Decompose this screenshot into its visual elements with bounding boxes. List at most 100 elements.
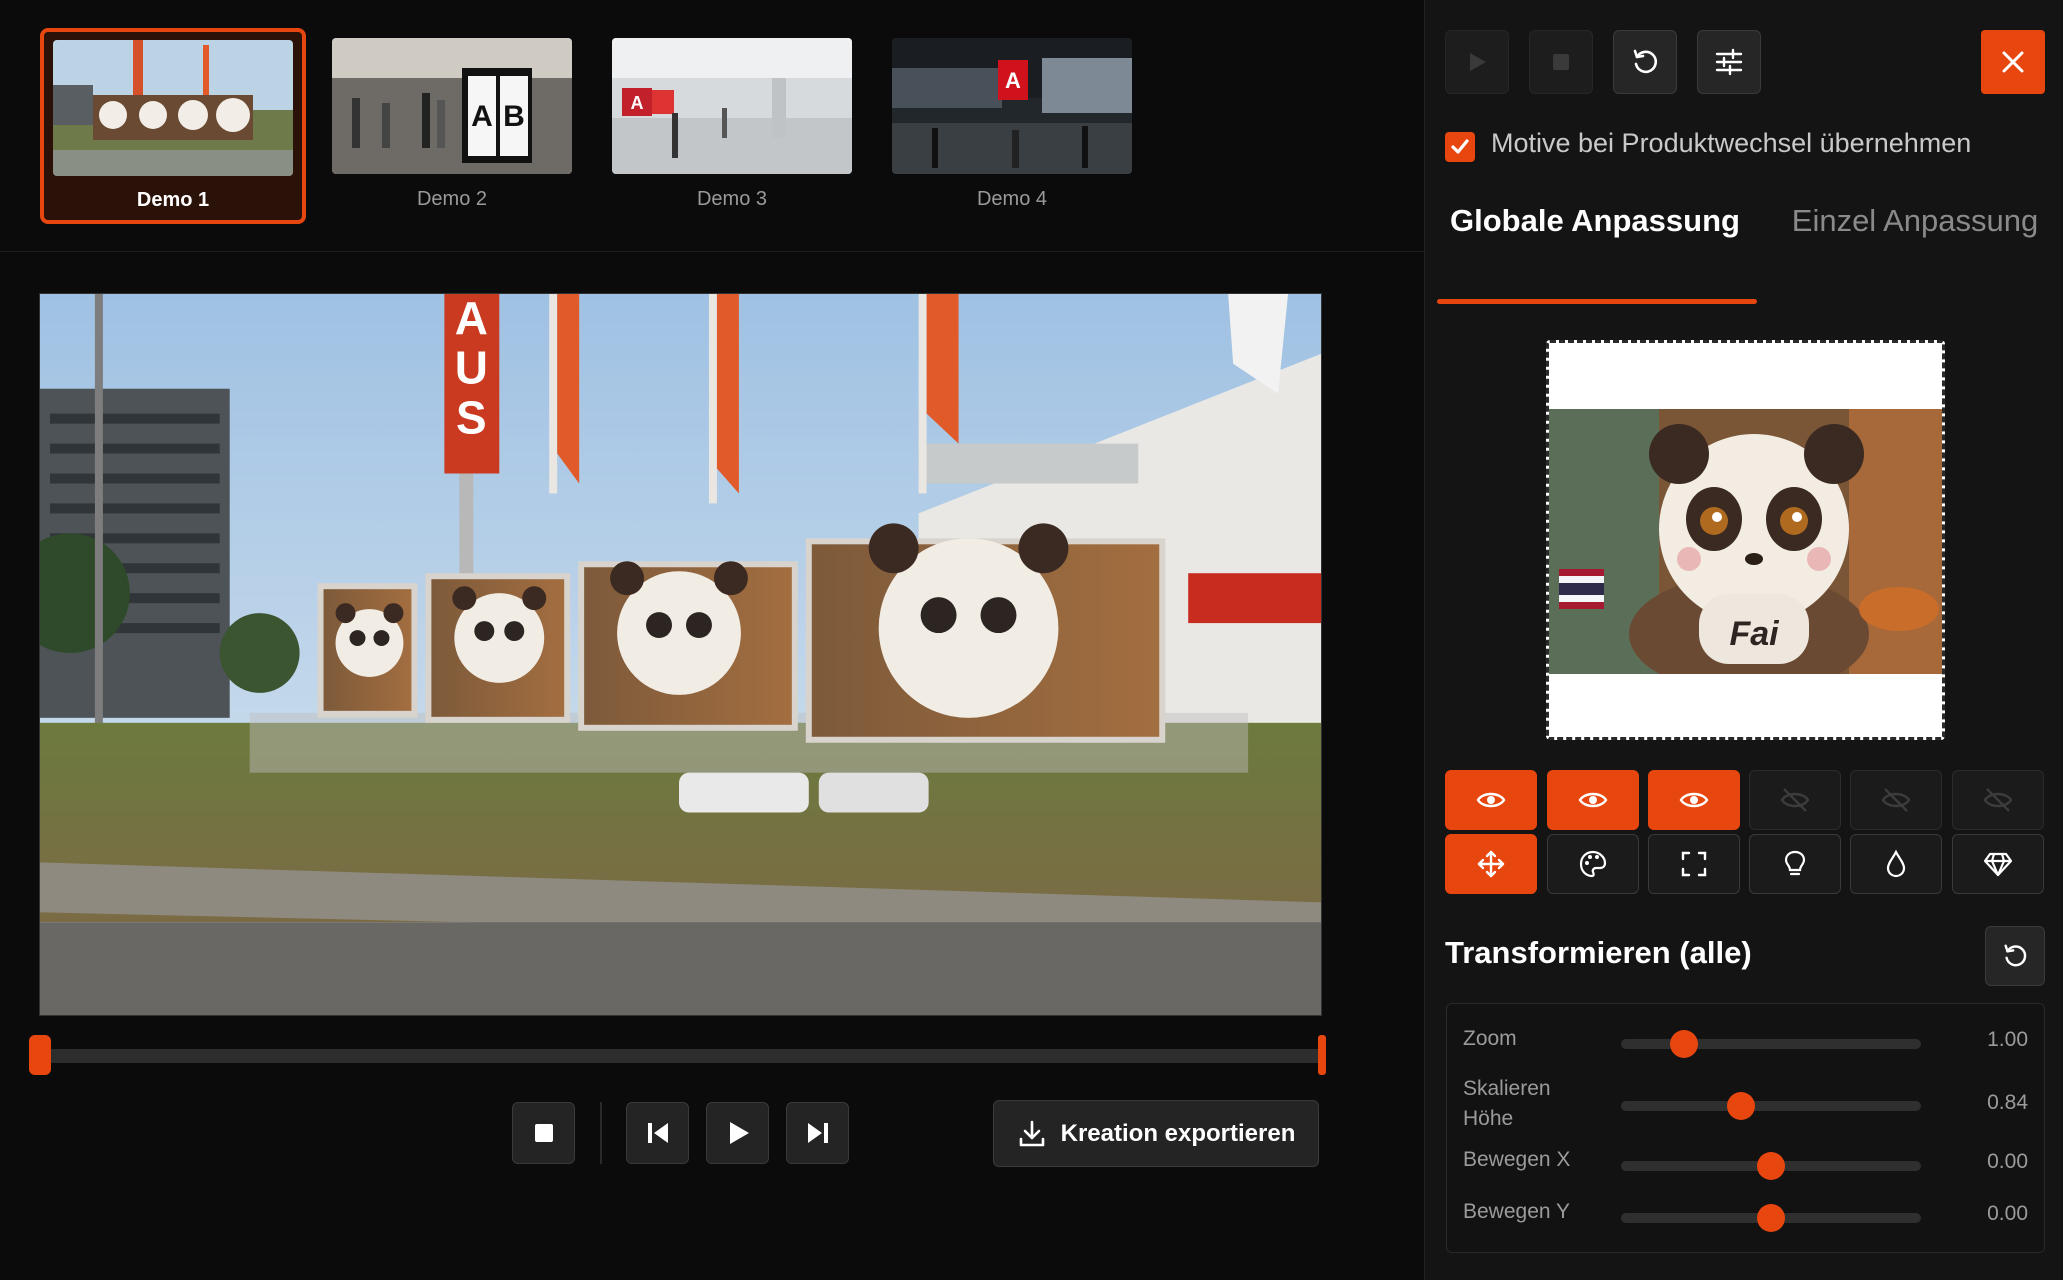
- checkmark-icon: [1451, 139, 1469, 154]
- thumbnail-label: Demo 2: [416, 188, 488, 210]
- stop-button[interactable]: [512, 1102, 575, 1164]
- slider-value-move-y: 0.00: [1987, 1202, 2028, 1225]
- thumbnail-image: [53, 40, 293, 176]
- visibility-toggle-3[interactable]: [1648, 770, 1740, 830]
- play-button[interactable]: [706, 1102, 769, 1164]
- tab-single-adjustment[interactable]: Einzel Anpassung: [1755, 200, 2063, 242]
- tool-transform[interactable]: [1445, 834, 1537, 894]
- thumbnail-demo-2[interactable]: A B Demo 2: [319, 28, 585, 224]
- adjustment-panel: Motive bei Produktwechsel übernehmen Glo…: [1424, 0, 2063, 1280]
- timeline-end-handle[interactable]: [1318, 1035, 1326, 1075]
- skip-forward-button[interactable]: [786, 1102, 849, 1164]
- thumbnail-demo-3[interactable]: A Demo 3: [599, 28, 865, 224]
- slider-thumb-zoom[interactable]: [1670, 1030, 1698, 1058]
- thumbnail-label: Demo 1: [136, 189, 210, 211]
- active-tab-indicator: [1437, 299, 1757, 304]
- svg-text:Fai: Fai: [1729, 615, 1780, 653]
- scene-preview[interactable]: A U S: [39, 293, 1322, 1016]
- tool-brightness[interactable]: [1749, 834, 1841, 894]
- slider-track-zoom[interactable]: [1621, 1039, 1921, 1049]
- controls-divider: [600, 1102, 602, 1164]
- stop-icon: [534, 1124, 553, 1142]
- close-icon: [2002, 51, 2024, 73]
- sync-motifs-label: Motive bei Produktwechsel übernehmen: [1491, 128, 1972, 158]
- slider-label-move-y: Bewegen Y: [1463, 1200, 1571, 1223]
- visibility-toggle-1[interactable]: [1445, 770, 1537, 830]
- tab-global-adjustment[interactable]: Globale Anpassung: [1435, 200, 1755, 242]
- tool-saturation[interactable]: [1850, 834, 1942, 894]
- slider-value-zoom: 1.00: [1987, 1028, 2028, 1051]
- lightbulb-icon: [1784, 850, 1806, 876]
- thumbnail-demo-1[interactable]: Demo 1: [40, 28, 306, 224]
- skip-back-icon: [647, 1123, 668, 1143]
- slider-thumb-scale-height[interactable]: [1727, 1092, 1755, 1120]
- reset-icon: [2004, 944, 2027, 967]
- motif-image: Fai: [1549, 409, 1942, 674]
- app-window: Demo 1 A B Demo 2 A Demo 3 A Demo 4 A U …: [0, 0, 2063, 1280]
- eye-icon: [1578, 792, 1608, 808]
- eye-icon: [1476, 792, 1506, 808]
- slider-value-scale-height: 0.84: [1987, 1091, 2028, 1114]
- svg-text:A: A: [631, 93, 644, 113]
- thumbnail-image: A B: [332, 38, 572, 174]
- download-icon: [1019, 1120, 1044, 1146]
- eye-icon: [1679, 792, 1709, 808]
- sliders-icon: [1715, 48, 1743, 76]
- svg-text:A: A: [1005, 68, 1021, 93]
- transform-reset-button[interactable]: [1985, 926, 2045, 986]
- slider-label-zoom: Zoom: [1463, 1027, 1517, 1050]
- export-label: Kreation exportieren: [1060, 1119, 1296, 1147]
- thumbnail-image: A: [892, 38, 1132, 174]
- play-icon: [729, 1122, 749, 1144]
- slider-label-move-x: Bewegen X: [1463, 1148, 1571, 1171]
- thumbnail-demo-4[interactable]: A Demo 4: [879, 28, 1145, 224]
- visibility-toggle-5[interactable]: [1850, 770, 1942, 830]
- tool-sharpness[interactable]: [1952, 834, 2044, 894]
- thumbnail-label: Demo 3: [696, 188, 768, 210]
- reset-all-button[interactable]: [1613, 30, 1677, 94]
- play-icon: [1470, 53, 1486, 71]
- timeline-start-handle[interactable]: [29, 1035, 51, 1075]
- diamond-icon: [1983, 852, 2013, 877]
- reset-icon: [1633, 49, 1657, 74]
- transform-sliders: Zoom 1.00 Skalieren Höhe 0.84 Bewegen X …: [1446, 1003, 2045, 1253]
- skip-back-button[interactable]: [626, 1102, 689, 1164]
- thumbnail-image: A: [612, 38, 852, 174]
- timeline-track[interactable]: [40, 1049, 1322, 1063]
- demo-thumbnail-strip: Demo 1 A B Demo 2 A Demo 3 A Demo 4: [0, 0, 1424, 252]
- thumbnail-label: Demo 4: [976, 188, 1048, 210]
- svg-text:A: A: [455, 294, 488, 344]
- eye-off-icon: [1780, 788, 1810, 812]
- skip-forward-icon: [807, 1123, 828, 1143]
- transform-section-title: Transformieren (alle): [1445, 935, 1752, 970]
- move-icon: [1477, 850, 1505, 878]
- panel-stop-button[interactable]: [1529, 30, 1593, 94]
- slider-track-scale-height[interactable]: [1621, 1101, 1921, 1111]
- svg-text:A: A: [471, 100, 493, 133]
- editor-area: Demo 1 A B Demo 2 A Demo 3 A Demo 4 A U …: [0, 0, 1424, 1280]
- slider-value-move-x: 0.00: [1987, 1150, 2028, 1173]
- stop-icon: [1553, 54, 1569, 70]
- crop-frame-icon: [1681, 851, 1707, 877]
- svg-text:S: S: [456, 392, 487, 444]
- sync-motifs-checkbox[interactable]: [1445, 132, 1475, 162]
- slider-thumb-move-y[interactable]: [1757, 1204, 1785, 1232]
- settings-sliders-button[interactable]: [1697, 30, 1761, 94]
- slider-thumb-move-x[interactable]: [1757, 1152, 1785, 1180]
- visibility-toggle-4[interactable]: [1749, 770, 1841, 830]
- visibility-toggle-2[interactable]: [1547, 770, 1639, 830]
- tool-color[interactable]: [1547, 834, 1639, 894]
- panel-play-button[interactable]: [1445, 30, 1509, 94]
- visibility-toggle-6[interactable]: [1952, 770, 2044, 830]
- droplet-icon: [1886, 849, 1906, 878]
- close-button[interactable]: [1981, 30, 2045, 94]
- eye-off-icon: [1983, 788, 2013, 812]
- svg-text:U: U: [455, 342, 488, 394]
- export-button[interactable]: Kreation exportieren: [993, 1100, 1319, 1167]
- motif-preview[interactable]: Fai: [1546, 340, 1945, 740]
- eye-off-icon: [1881, 788, 1911, 812]
- slider-label-scale-height: Skalieren Höhe: [1463, 1077, 1551, 1130]
- tool-crop[interactable]: [1648, 834, 1740, 894]
- svg-text:B: B: [503, 100, 525, 133]
- palette-icon: [1579, 850, 1607, 878]
